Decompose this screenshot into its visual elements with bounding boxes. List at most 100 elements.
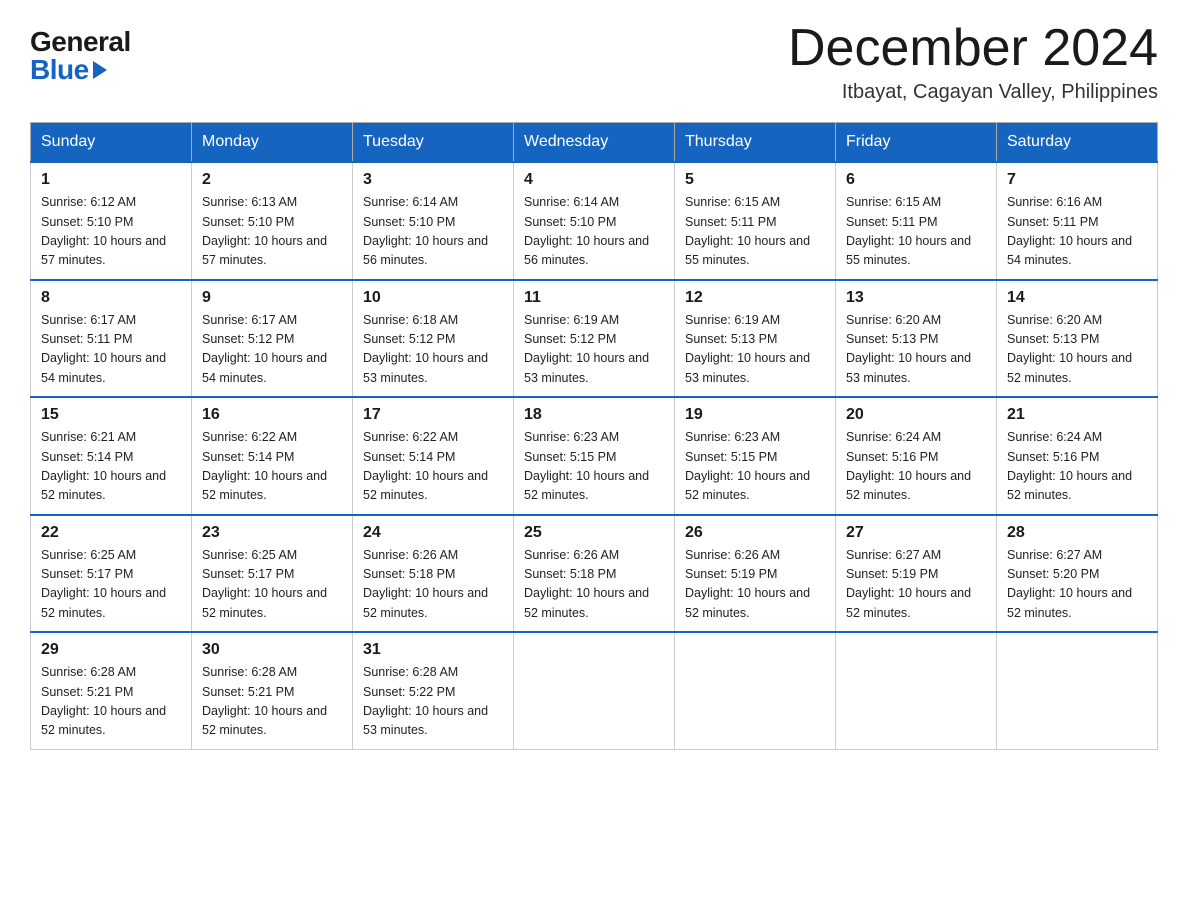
logo-arrow-icon: [93, 61, 107, 79]
day-number: 8: [41, 289, 181, 307]
day-number: 5: [685, 171, 825, 189]
day-info: Sunrise: 6:23 AMSunset: 5:15 PMDaylight:…: [685, 430, 810, 502]
day-info: Sunrise: 6:12 AMSunset: 5:10 PMDaylight:…: [41, 195, 166, 267]
table-row: 28 Sunrise: 6:27 AMSunset: 5:20 PMDaylig…: [997, 515, 1158, 633]
day-info: Sunrise: 6:26 AMSunset: 5:18 PMDaylight:…: [524, 548, 649, 620]
table-row: 4 Sunrise: 6:14 AMSunset: 5:10 PMDayligh…: [514, 162, 675, 280]
day-number: 19: [685, 406, 825, 424]
calendar-header-row: Sunday Monday Tuesday Wednesday Thursday…: [31, 123, 1158, 163]
table-row: 5 Sunrise: 6:15 AMSunset: 5:11 PMDayligh…: [675, 162, 836, 280]
table-row: 25 Sunrise: 6:26 AMSunset: 5:18 PMDaylig…: [514, 515, 675, 633]
day-info: Sunrise: 6:15 AMSunset: 5:11 PMDaylight:…: [685, 195, 810, 267]
table-row: 19 Sunrise: 6:23 AMSunset: 5:15 PMDaylig…: [675, 397, 836, 515]
day-info: Sunrise: 6:24 AMSunset: 5:16 PMDaylight:…: [1007, 430, 1132, 502]
day-number: 31: [363, 641, 503, 659]
day-info: Sunrise: 6:21 AMSunset: 5:14 PMDaylight:…: [41, 430, 166, 502]
day-info: Sunrise: 6:14 AMSunset: 5:10 PMDaylight:…: [524, 195, 649, 267]
day-info: Sunrise: 6:26 AMSunset: 5:18 PMDaylight:…: [363, 548, 488, 620]
logo-general-text: General: [30, 28, 131, 56]
table-row: 31 Sunrise: 6:28 AMSunset: 5:22 PMDaylig…: [353, 632, 514, 749]
day-number: 18: [524, 406, 664, 424]
day-number: 21: [1007, 406, 1147, 424]
table-row: 11 Sunrise: 6:19 AMSunset: 5:12 PMDaylig…: [514, 280, 675, 398]
day-number: 27: [846, 524, 986, 542]
table-row: 8 Sunrise: 6:17 AMSunset: 5:11 PMDayligh…: [31, 280, 192, 398]
table-row: 24 Sunrise: 6:26 AMSunset: 5:18 PMDaylig…: [353, 515, 514, 633]
calendar-week-row: 22 Sunrise: 6:25 AMSunset: 5:17 PMDaylig…: [31, 515, 1158, 633]
col-tuesday: Tuesday: [353, 123, 514, 163]
day-info: Sunrise: 6:27 AMSunset: 5:20 PMDaylight:…: [1007, 548, 1132, 620]
day-info: Sunrise: 6:17 AMSunset: 5:12 PMDaylight:…: [202, 313, 327, 385]
calendar-table: Sunday Monday Tuesday Wednesday Thursday…: [30, 122, 1158, 750]
day-info: Sunrise: 6:25 AMSunset: 5:17 PMDaylight:…: [41, 548, 166, 620]
calendar-week-row: 29 Sunrise: 6:28 AMSunset: 5:21 PMDaylig…: [31, 632, 1158, 749]
day-number: 26: [685, 524, 825, 542]
table-row: 20 Sunrise: 6:24 AMSunset: 5:16 PMDaylig…: [836, 397, 997, 515]
table-row: [514, 632, 675, 749]
table-row: 9 Sunrise: 6:17 AMSunset: 5:12 PMDayligh…: [192, 280, 353, 398]
calendar-week-row: 15 Sunrise: 6:21 AMSunset: 5:14 PMDaylig…: [31, 397, 1158, 515]
day-info: Sunrise: 6:22 AMSunset: 5:14 PMDaylight:…: [363, 430, 488, 502]
table-row: 27 Sunrise: 6:27 AMSunset: 5:19 PMDaylig…: [836, 515, 997, 633]
col-monday: Monday: [192, 123, 353, 163]
day-info: Sunrise: 6:22 AMSunset: 5:14 PMDaylight:…: [202, 430, 327, 502]
day-number: 17: [363, 406, 503, 424]
day-number: 11: [524, 289, 664, 307]
logo-blue-text: Blue: [30, 56, 107, 84]
title-section: December 2024 Itbayat, Cagayan Valley, P…: [788, 20, 1158, 104]
table-row: 26 Sunrise: 6:26 AMSunset: 5:19 PMDaylig…: [675, 515, 836, 633]
day-info: Sunrise: 6:23 AMSunset: 5:15 PMDaylight:…: [524, 430, 649, 502]
day-number: 1: [41, 171, 181, 189]
day-info: Sunrise: 6:13 AMSunset: 5:10 PMDaylight:…: [202, 195, 327, 267]
table-row: 22 Sunrise: 6:25 AMSunset: 5:17 PMDaylig…: [31, 515, 192, 633]
day-info: Sunrise: 6:24 AMSunset: 5:16 PMDaylight:…: [846, 430, 971, 502]
day-info: Sunrise: 6:20 AMSunset: 5:13 PMDaylight:…: [846, 313, 971, 385]
month-title: December 2024: [788, 20, 1158, 77]
day-info: Sunrise: 6:28 AMSunset: 5:22 PMDaylight:…: [363, 665, 488, 737]
table-row: 29 Sunrise: 6:28 AMSunset: 5:21 PMDaylig…: [31, 632, 192, 749]
day-number: 24: [363, 524, 503, 542]
table-row: 6 Sunrise: 6:15 AMSunset: 5:11 PMDayligh…: [836, 162, 997, 280]
day-number: 16: [202, 406, 342, 424]
table-row: 15 Sunrise: 6:21 AMSunset: 5:14 PMDaylig…: [31, 397, 192, 515]
day-info: Sunrise: 6:14 AMSunset: 5:10 PMDaylight:…: [363, 195, 488, 267]
calendar-week-row: 1 Sunrise: 6:12 AMSunset: 5:10 PMDayligh…: [31, 162, 1158, 280]
table-row: [675, 632, 836, 749]
table-row: [836, 632, 997, 749]
location-subtitle: Itbayat, Cagayan Valley, Philippines: [788, 81, 1158, 104]
day-info: Sunrise: 6:25 AMSunset: 5:17 PMDaylight:…: [202, 548, 327, 620]
day-number: 4: [524, 171, 664, 189]
col-sunday: Sunday: [31, 123, 192, 163]
day-number: 13: [846, 289, 986, 307]
day-number: 28: [1007, 524, 1147, 542]
page-header: General Blue December 2024 Itbayat, Caga…: [30, 20, 1158, 104]
day-number: 10: [363, 289, 503, 307]
day-number: 30: [202, 641, 342, 659]
day-info: Sunrise: 6:17 AMSunset: 5:11 PMDaylight:…: [41, 313, 166, 385]
day-info: Sunrise: 6:28 AMSunset: 5:21 PMDaylight:…: [202, 665, 327, 737]
day-info: Sunrise: 6:16 AMSunset: 5:11 PMDaylight:…: [1007, 195, 1132, 267]
col-friday: Friday: [836, 123, 997, 163]
day-number: 2: [202, 171, 342, 189]
day-number: 9: [202, 289, 342, 307]
table-row: 21 Sunrise: 6:24 AMSunset: 5:16 PMDaylig…: [997, 397, 1158, 515]
table-row: 17 Sunrise: 6:22 AMSunset: 5:14 PMDaylig…: [353, 397, 514, 515]
day-info: Sunrise: 6:26 AMSunset: 5:19 PMDaylight:…: [685, 548, 810, 620]
logo: General Blue: [30, 28, 131, 84]
day-number: 22: [41, 524, 181, 542]
day-number: 15: [41, 406, 181, 424]
table-row: 13 Sunrise: 6:20 AMSunset: 5:13 PMDaylig…: [836, 280, 997, 398]
table-row: 18 Sunrise: 6:23 AMSunset: 5:15 PMDaylig…: [514, 397, 675, 515]
day-number: 20: [846, 406, 986, 424]
day-info: Sunrise: 6:27 AMSunset: 5:19 PMDaylight:…: [846, 548, 971, 620]
day-number: 3: [363, 171, 503, 189]
day-info: Sunrise: 6:20 AMSunset: 5:13 PMDaylight:…: [1007, 313, 1132, 385]
table-row: 16 Sunrise: 6:22 AMSunset: 5:14 PMDaylig…: [192, 397, 353, 515]
table-row: 10 Sunrise: 6:18 AMSunset: 5:12 PMDaylig…: [353, 280, 514, 398]
day-number: 12: [685, 289, 825, 307]
table-row: 1 Sunrise: 6:12 AMSunset: 5:10 PMDayligh…: [31, 162, 192, 280]
calendar-week-row: 8 Sunrise: 6:17 AMSunset: 5:11 PMDayligh…: [31, 280, 1158, 398]
day-info: Sunrise: 6:18 AMSunset: 5:12 PMDaylight:…: [363, 313, 488, 385]
table-row: 12 Sunrise: 6:19 AMSunset: 5:13 PMDaylig…: [675, 280, 836, 398]
day-number: 7: [1007, 171, 1147, 189]
